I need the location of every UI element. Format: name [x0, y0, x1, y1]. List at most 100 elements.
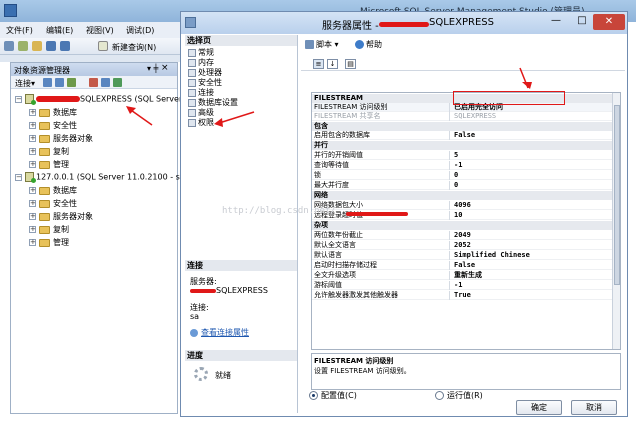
- page-connections[interactable]: 连接: [188, 88, 214, 98]
- filter-icon[interactable]: [101, 78, 110, 87]
- expand-icon[interactable]: +: [29, 135, 36, 142]
- open-folder-icon[interactable]: [32, 41, 42, 51]
- property-row[interactable]: 查询等待值 -1: [312, 161, 612, 170]
- property-value[interactable]: True: [452, 291, 610, 300]
- property-value[interactable]: False: [452, 131, 610, 140]
- page-advanced[interactable]: 高级: [188, 108, 214, 118]
- tree-node[interactable]: + 服务器对象: [29, 133, 93, 146]
- menu-debug[interactable]: 调试(D): [126, 25, 154, 36]
- scrollbar-thumb[interactable]: [614, 105, 620, 285]
- disconnect-icon[interactable]: [55, 78, 64, 87]
- collapse-icon[interactable]: −: [15, 95, 22, 103]
- property-row[interactable]: 网络数据包大小 4096: [312, 201, 612, 210]
- property-value[interactable]: 5: [452, 151, 610, 160]
- tree-node[interactable]: + 数据库: [29, 107, 77, 120]
- view-connection-properties-link[interactable]: 查看连接属性: [190, 327, 249, 338]
- property-value[interactable]: 0: [452, 171, 610, 180]
- tree-server-1[interactable]: − SQLEXPRESS (SQL Server: [15, 94, 182, 107]
- category-containment[interactable]: 包含: [312, 122, 612, 131]
- property-value[interactable]: 重新生成: [452, 271, 610, 280]
- close-button[interactable]: ✕: [593, 14, 625, 30]
- tree-node[interactable]: + 管理: [29, 237, 69, 250]
- category-miscellaneous[interactable]: 杂项: [312, 221, 612, 230]
- maximize-button[interactable]: □: [569, 15, 595, 30]
- page-database-settings[interactable]: 数据库设置: [188, 98, 238, 108]
- expand-icon[interactable]: +: [29, 148, 36, 155]
- property-row[interactable]: 最大并行度 0: [312, 181, 612, 190]
- property-value[interactable]: 4096: [452, 201, 610, 210]
- property-row[interactable]: 并行的开销阈值 5: [312, 151, 612, 160]
- property-row[interactable]: 两位数年份截止 2049: [312, 231, 612, 240]
- script-button[interactable]: 脚本 ▾: [305, 39, 339, 50]
- register-icon[interactable]: [67, 78, 76, 87]
- page-memory[interactable]: 内存: [188, 58, 214, 68]
- tree-node[interactable]: + 安全性: [29, 198, 77, 211]
- page-permissions[interactable]: 权限: [188, 118, 214, 128]
- save-icon[interactable]: [46, 41, 56, 51]
- ok-button[interactable]: 确定: [516, 400, 562, 415]
- property-value[interactable]: Simplified Chinese: [452, 251, 610, 260]
- expand-icon[interactable]: +: [29, 200, 36, 207]
- new-project-icon[interactable]: [4, 41, 14, 51]
- property-grid[interactable]: FILESTREAM FILESTREAM 访问级别 已启用完全访问 FILEST…: [311, 92, 621, 350]
- property-row[interactable]: 启用包含的数据库 False: [312, 131, 612, 140]
- menu-file[interactable]: 文件(F): [6, 25, 33, 36]
- property-row[interactable]: 默认语言 Simplified Chinese: [312, 251, 612, 260]
- expand-icon[interactable]: +: [29, 187, 36, 194]
- save-all-icon[interactable]: [60, 41, 70, 51]
- configured-values-radio[interactable]: 配置值(C): [309, 390, 357, 401]
- property-row[interactable]: 允许触发器激发其他触发器 True: [312, 291, 612, 300]
- property-value[interactable]: 2049: [452, 231, 610, 240]
- running-values-radio[interactable]: 运行值(R): [435, 390, 483, 401]
- menu-edit[interactable]: 编辑(E): [46, 25, 73, 36]
- expand-icon[interactable]: +: [29, 239, 36, 246]
- category-network[interactable]: 网络: [312, 191, 612, 200]
- pin-icon[interactable]: ▾ ╪: [147, 64, 158, 73]
- tree-server-2[interactable]: − 127.0.0.1 (SQL Server 11.0.2100 - sa: [15, 172, 185, 185]
- radio-unselected-icon[interactable]: [435, 391, 444, 400]
- connect-button[interactable]: 连接▾: [15, 78, 35, 89]
- radio-selected-icon[interactable]: [309, 391, 318, 400]
- expand-icon[interactable]: +: [29, 109, 36, 116]
- tree-node[interactable]: + 复制: [29, 224, 69, 237]
- refresh-icon[interactable]: [113, 78, 122, 87]
- alphabetical-icon[interactable]: ↓: [327, 59, 338, 69]
- property-value[interactable]: -1: [452, 281, 610, 290]
- connect-icon[interactable]: [43, 78, 52, 87]
- property-value[interactable]: 0: [452, 181, 610, 190]
- categorized-icon[interactable]: ≡: [313, 59, 324, 69]
- tree-node[interactable]: + 数据库: [29, 185, 77, 198]
- close-icon[interactable]: ×: [161, 63, 169, 73]
- expand-icon[interactable]: +: [29, 226, 36, 233]
- property-row[interactable]: 默认全文语言 2052: [312, 241, 612, 250]
- tree-node[interactable]: + 安全性: [29, 120, 77, 133]
- property-row-filestream-share-name[interactable]: FILESTREAM 共享名 SQLEXPRESS: [312, 112, 612, 121]
- property-value[interactable]: 2052: [452, 241, 610, 250]
- category-parallelism[interactable]: 并行: [312, 141, 612, 150]
- property-pages-icon[interactable]: ▤: [345, 59, 356, 69]
- page-general[interactable]: 常规: [188, 48, 214, 58]
- page-processors[interactable]: 处理器: [188, 68, 222, 78]
- expand-icon[interactable]: +: [29, 161, 36, 168]
- help-button[interactable]: 帮助: [355, 39, 382, 50]
- collapse-icon[interactable]: −: [15, 173, 22, 181]
- add-icon[interactable]: [18, 41, 28, 51]
- property-row[interactable]: 启动时扫描存储过程 False: [312, 261, 612, 270]
- property-row[interactable]: 全文升级选项 重新生成: [312, 271, 612, 280]
- cancel-button[interactable]: 取消: [571, 400, 617, 415]
- property-row[interactable]: 游标阈值 -1: [312, 281, 612, 290]
- new-query-icon[interactable]: [98, 41, 108, 51]
- new-query-button[interactable]: 新建查询(N): [112, 42, 156, 53]
- property-grid-scrollbar[interactable]: [612, 93, 620, 349]
- tree-node[interactable]: + 服务器对象: [29, 211, 93, 224]
- stop-icon[interactable]: [89, 78, 98, 87]
- property-value[interactable]: False: [452, 261, 610, 270]
- property-value[interactable]: -1: [452, 161, 610, 170]
- expand-icon[interactable]: +: [29, 122, 36, 129]
- tree-node[interactable]: + 复制: [29, 146, 69, 159]
- menu-view[interactable]: 视图(V): [86, 25, 114, 36]
- minimize-button[interactable]: —: [543, 15, 569, 30]
- property-row[interactable]: 锁0: [312, 171, 612, 180]
- property-value[interactable]: 10: [452, 211, 610, 220]
- tree-node[interactable]: + 管理: [29, 159, 69, 172]
